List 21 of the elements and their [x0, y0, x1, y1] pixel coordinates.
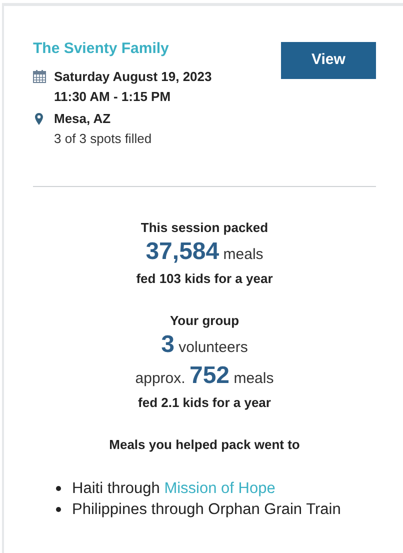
bullet-icon	[56, 486, 61, 491]
bullet-icon	[56, 507, 61, 512]
event-time: 11:30 AM - 1:15 PM	[54, 88, 172, 106]
location-pin-icon	[35, 113, 43, 125]
event-title[interactable]: The Svienty Family	[33, 39, 212, 59]
spots-filled: 3 of 3 spots filled	[54, 130, 152, 148]
session-heading: This session packed	[140, 219, 268, 237]
group-impact: fed 2.1 kids for a year	[138, 394, 271, 412]
group-meals: approx. 752 meals	[135, 362, 274, 391]
session-impact: fed 103 kids for a year	[136, 270, 273, 288]
session-meals: 37,584 meals	[146, 238, 264, 267]
group-heading: Your group	[170, 312, 240, 330]
calendar-icon	[33, 70, 46, 83]
view-button[interactable]: View	[281, 42, 376, 79]
destination-text: Philippines through Orphan Grain Train	[72, 500, 341, 520]
group-volunteers: 3 volunteers	[161, 331, 248, 360]
destinations-heading: Meals you helped pack went to	[109, 436, 300, 454]
partner-link[interactable]: Mission of Hope	[164, 480, 276, 497]
destination-text: Haiti through Mission of Hope	[72, 479, 276, 499]
event-location: Mesa, AZ	[54, 110, 112, 128]
event-date: Saturday August 19, 2023	[54, 68, 212, 86]
